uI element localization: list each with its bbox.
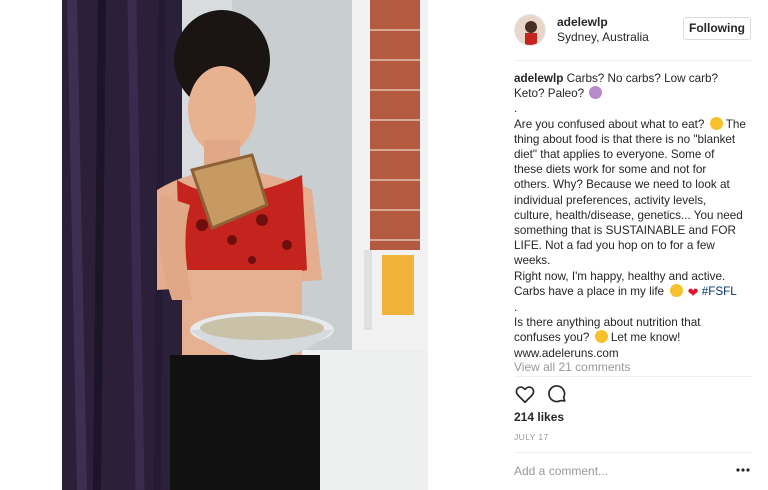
caption-carbs-line: Carbs have a place in my life xyxy=(514,284,665,298)
woman-shrugging-emoji-icon xyxy=(589,86,603,100)
avatar[interactable] xyxy=(514,14,546,46)
post-caption: adelewlp Carbs? No carbs? Low carb? Keto… xyxy=(514,71,754,361)
caption-question-2-tail: Let me know! xyxy=(610,331,681,345)
heart-outline-icon[interactable] xyxy=(514,383,536,405)
speech-bubble-icon[interactable] xyxy=(546,383,568,405)
post-details-panel: adelewlp Sydney, Australia Following ade… xyxy=(428,0,768,490)
caption-line-2: Keto? Paleo? xyxy=(514,87,585,101)
laughing-face-emoji-icon xyxy=(670,283,684,297)
caption-para-line-5: others. Why? Because we need to look at xyxy=(514,178,730,192)
more-options-icon[interactable] xyxy=(734,462,752,478)
likes-count[interactable]: 214 likes xyxy=(514,410,564,424)
caption-right-now: Right now, I'm happy, healthy and active… xyxy=(514,269,726,283)
caption-para-line-6: individual preferences, activity levels, xyxy=(514,193,707,207)
view-all-comments-link[interactable]: View all 21 comments xyxy=(514,360,631,374)
header-username[interactable]: adelewlp xyxy=(557,15,608,29)
caption-para-line-2: thing about food is that there is no "bl… xyxy=(514,132,736,146)
caption-username[interactable]: adelewlp xyxy=(514,72,563,85)
caption-para-line-7: culture, health/disease, genetics... You… xyxy=(514,208,743,222)
header-location[interactable]: Sydney, Australia xyxy=(557,30,649,44)
caption-para-line-1: Are you confused about what to eat? xyxy=(514,117,705,131)
caption-question-2: confuses you? xyxy=(514,331,590,345)
caption-question-1: Is there anything about nutrition that xyxy=(514,316,701,330)
hashtag-link[interactable]: #FSFL xyxy=(702,285,737,298)
footer-divider xyxy=(514,452,752,453)
comments-divider xyxy=(514,376,752,377)
caption-line-1: Carbs? No carbs? Low carb? xyxy=(566,72,718,85)
header-divider xyxy=(514,60,752,61)
caption-para-line-9: LIFE. Not a fad you hop on to for a few xyxy=(514,239,715,253)
thinking-face-emoji-icon xyxy=(709,116,723,130)
post-photo[interactable] xyxy=(62,0,428,490)
following-button[interactable]: Following xyxy=(683,17,751,40)
add-comment-input[interactable] xyxy=(514,462,714,480)
thinking-face-emoji-icon xyxy=(594,330,608,344)
caption-dot-2: . xyxy=(514,301,518,315)
red-heart-emoji-icon: ❤ xyxy=(687,284,699,300)
caption-para-line-4: these diets work for some and not for xyxy=(514,163,707,177)
caption-dot-1: . xyxy=(514,102,518,116)
caption-para-line-3: diet" that applies to everyone. Some of xyxy=(514,148,715,162)
caption-para-line-10: weeks. xyxy=(514,254,551,268)
caption-para-line-1-tail: The xyxy=(725,117,746,131)
post-date[interactable]: JULY 17 xyxy=(514,432,549,442)
post-photo-illustration xyxy=(62,0,428,490)
caption-para-line-8: something that is SUSTAINABLE and FOR xyxy=(514,224,736,238)
caption-website: www.adeleruns.com xyxy=(514,346,619,360)
